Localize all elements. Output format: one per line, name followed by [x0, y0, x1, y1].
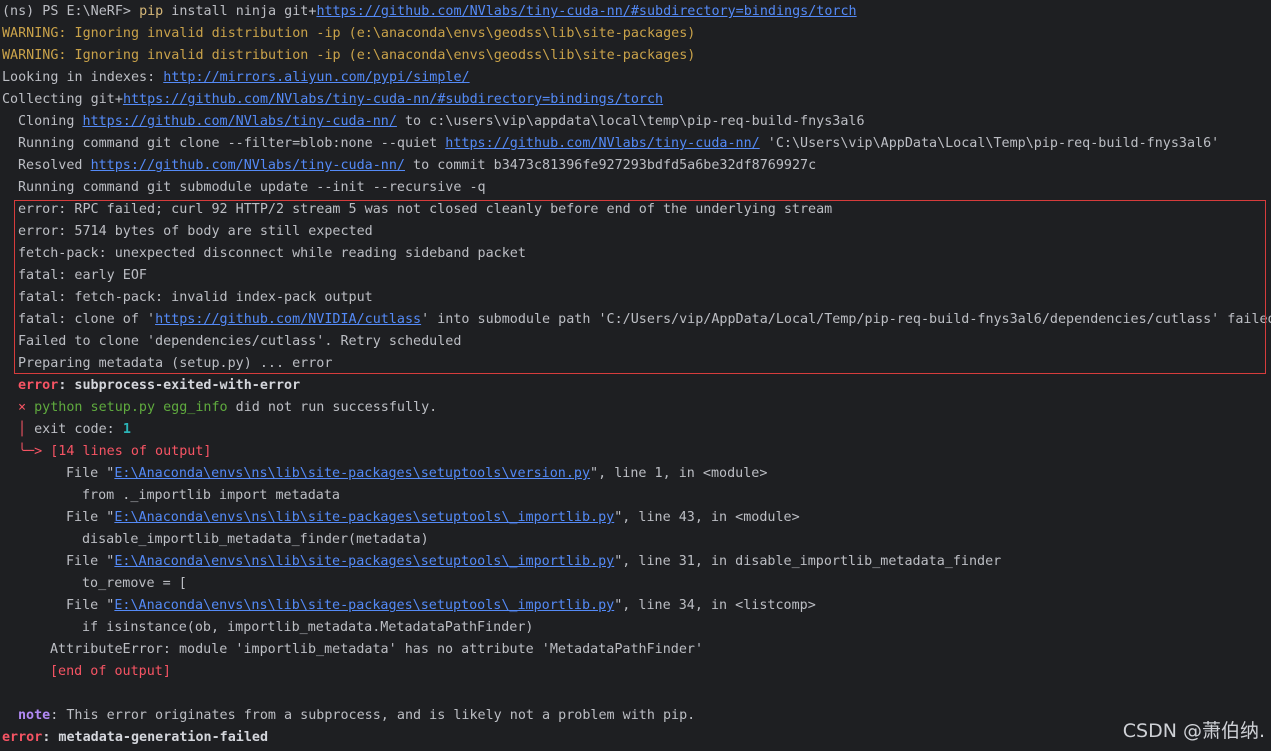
command-line: (ns) PS E:\NeRF> pip install ninja git+h… — [2, 1, 1271, 23]
error-label: error — [18, 378, 59, 393]
tree-bar-icon: │ — [18, 422, 27, 437]
output-text: to commit b3473c81396fe927293bdfd5a6be32… — [404, 158, 817, 173]
traceback-line: File "E:\Anaconda\envs\ns\lib\site-packa… — [2, 507, 1271, 529]
output-text: ", line 43, in <module> — [614, 510, 800, 525]
error-label: error — [2, 730, 43, 745]
prompt: (ns) PS E:\NeRF> — [2, 4, 140, 19]
error-line: error: subprocess-exited-with-error — [2, 375, 1271, 397]
output-text: fatal: clone of ' — [18, 312, 156, 327]
output-text: ", line 31, in disable_importlib_metadat… — [614, 554, 1002, 569]
error-line: fatal: early EOF — [18, 268, 147, 283]
traceback-code: if isinstance(ob, importlib_metadata.Met… — [82, 620, 534, 635]
output-text: to c:\users\vip\appdata\local\temp\pip-r… — [396, 114, 865, 129]
output-text: File " — [66, 466, 115, 481]
warning-line: WARNING: Ignoring invalid distribution -… — [2, 48, 696, 63]
traceback-line: File "E:\Anaconda\envs\ns\lib\site-packa… — [2, 551, 1271, 573]
traceback-line: File "E:\Anaconda\envs\ns\lib\site-packa… — [2, 463, 1271, 485]
output-text: 'C:\Users\vip\AppData\Local\Temp\pip-req… — [759, 136, 1220, 151]
terminal-output[interactable]: (ns) PS E:\NeRF> pip install ninja git+h… — [2, 1, 1271, 751]
output-text: ", line 1, in <module> — [590, 466, 768, 481]
output-text: : This error originates from a subproces… — [50, 708, 696, 723]
index-link[interactable]: http://mirrors.aliyun.com/pypi/simple/ — [163, 70, 469, 85]
traceback-code: to_remove = [ — [82, 576, 187, 591]
output-line: Running command git clone --filter=blob:… — [2, 133, 1271, 155]
end-of-output: [end of output] — [50, 664, 171, 679]
error-message: : metadata-generation-failed — [42, 730, 269, 745]
traceback-code: disable_importlib_metadata_finder(metada… — [82, 532, 429, 547]
repo-link[interactable]: https://github.com/NVlabs/tiny-cuda-nn/ — [83, 114, 397, 129]
tree-arrow-icon: ╰─> — [18, 444, 43, 459]
output-header-line: ╰─> [14 lines of output] — [2, 441, 1271, 463]
attribute-error-line: AttributeError: module 'importlib_metada… — [50, 642, 704, 657]
error-line: fatal: fetch-pack: invalid index-pack ou… — [18, 290, 373, 305]
output-text: ' into submodule path 'C:/Users/vip/AppD… — [421, 312, 1271, 327]
traceback-code: from ._importlib import metadata — [82, 488, 340, 503]
exit-code-line: │ exit code: 1 — [2, 419, 1271, 441]
output-text: File " — [66, 598, 115, 613]
output-text: File " — [66, 510, 115, 525]
output-line: Collecting git+https://github.com/NVlabs… — [2, 89, 1271, 111]
cross-icon: × — [18, 400, 27, 415]
exit-code-value: 1 — [122, 422, 131, 437]
output-text: ", line 34, in <listcomp> — [614, 598, 816, 613]
error-line: fatal: clone of 'https://github.com/NVID… — [2, 309, 1271, 331]
output-line: Looking in indexes: http://mirrors.aliyu… — [2, 67, 1271, 89]
output-text: File " — [66, 554, 115, 569]
error-line: Failed to clone 'dependencies/cutlass'. … — [18, 334, 462, 349]
repo-link[interactable]: https://github.com/NVlabs/tiny-cuda-nn/#… — [123, 92, 663, 107]
error-message: : subprocess-exited-with-error — [58, 378, 301, 393]
command-name: pip — [139, 4, 164, 19]
file-link[interactable]: E:\Anaconda\envs\ns\lib\site-packages\se… — [114, 598, 614, 613]
output-line: Running command git submodule update --i… — [18, 180, 486, 195]
traceback-line: File "E:\Anaconda\envs\ns\lib\site-packa… — [2, 595, 1271, 617]
error-line: fetch-pack: unexpected disconnect while … — [18, 246, 526, 261]
note-label: note — [18, 708, 51, 723]
output-line: Cloning https://github.com/NVlabs/tiny-c… — [2, 111, 1271, 133]
error-line: error: 5714 bytes of body are still expe… — [18, 224, 373, 239]
output-text: Running command git clone --filter=blob:… — [18, 136, 446, 151]
output-text: Resolved — [18, 158, 91, 173]
file-link[interactable]: E:\Anaconda\envs\ns\lib\site-packages\se… — [114, 466, 590, 481]
output-text: Collecting git+ — [2, 92, 123, 107]
error-line: Preparing metadata (setup.py) ... error — [18, 356, 333, 371]
repo-link[interactable]: https://github.com/NVlabs/tiny-cuda-nn/ — [445, 136, 759, 151]
final-error-line: error: metadata-generation-failed — [2, 727, 1271, 749]
output-text: Cloning — [18, 114, 83, 129]
failed-command: python setup.py egg_info — [26, 400, 228, 415]
output-line: Resolved https://github.com/NVlabs/tiny-… — [2, 155, 1271, 177]
repo-link[interactable]: https://github.com/NVlabs/tiny-cuda-nn/ — [91, 158, 405, 173]
output-text: did not run successfully. — [227, 400, 438, 415]
output-text: [14 lines of output] — [42, 444, 212, 459]
note-line: note: This error originates from a subpr… — [2, 705, 1271, 727]
repo-link[interactable]: https://github.com/NVlabs/tiny-cuda-nn/#… — [316, 4, 856, 19]
cutlass-link[interactable]: https://github.com/NVIDIA/cutlass — [155, 312, 421, 327]
output-text: exit code: — [26, 422, 123, 437]
file-link[interactable]: E:\Anaconda\envs\ns\lib\site-packages\se… — [114, 554, 614, 569]
command-args: install ninja git+ — [163, 4, 317, 19]
file-link[interactable]: E:\Anaconda\envs\ns\lib\site-packages\se… — [114, 510, 614, 525]
csdn-watermark: CSDN @萧伯纳. — [1122, 720, 1265, 742]
output-text: Looking in indexes: — [2, 70, 164, 85]
error-line: × python setup.py egg_info did not run s… — [2, 397, 1271, 419]
error-line: error: RPC failed; curl 92 HTTP/2 stream… — [18, 202, 833, 217]
warning-line: WARNING: Ignoring invalid distribution -… — [2, 26, 696, 41]
